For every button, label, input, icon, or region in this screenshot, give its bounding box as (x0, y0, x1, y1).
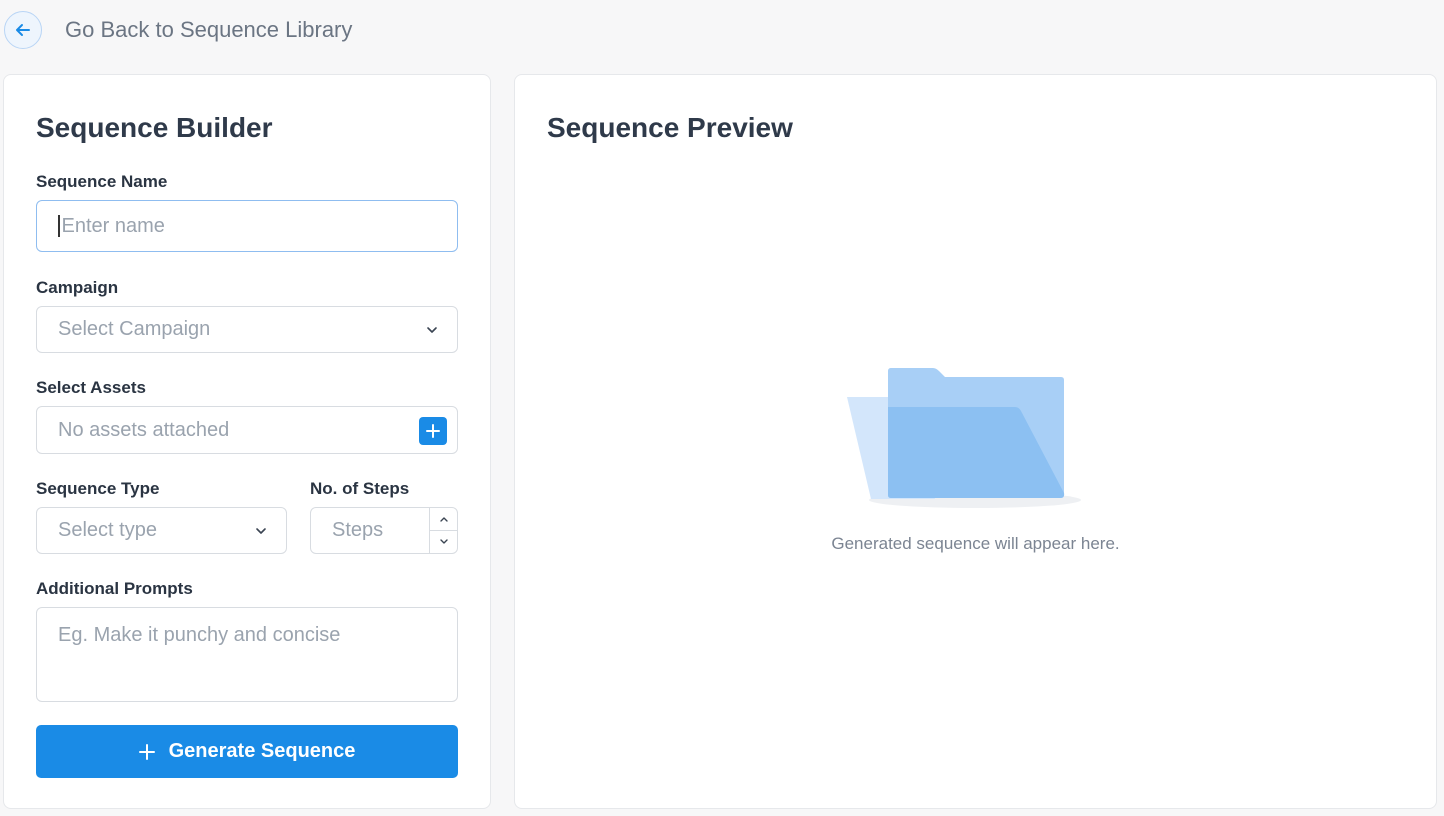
empty-state-message: Generated sequence will appear here. (831, 534, 1120, 553)
chevron-up-icon (439, 517, 448, 522)
chevron-down-icon (256, 527, 266, 534)
prompts-placeholder: Eg. Make it punchy and concise (58, 624, 341, 646)
plus-icon (426, 424, 440, 438)
steps-input[interactable]: Steps (310, 507, 458, 554)
steps-stepper (429, 508, 457, 553)
assets-label: Select Assets (36, 378, 146, 397)
assets-field: No assets attached (36, 406, 458, 454)
assets-placeholder: No assets attached (58, 418, 230, 441)
sequence-name-label: Sequence Name (36, 172, 168, 191)
add-asset-button[interactable] (419, 417, 447, 445)
sequence-name-input[interactable]: Enter name (36, 200, 458, 252)
preview-title: Sequence Preview (547, 112, 793, 143)
campaign-label: Campaign (36, 278, 119, 297)
prompts-label: Additional Prompts (36, 579, 193, 598)
builder-title: Sequence Builder (36, 112, 273, 143)
sequence-type-label: Sequence Type (36, 479, 160, 498)
generate-label: Generate Sequence (168, 740, 356, 762)
chevron-down-icon (439, 539, 448, 544)
sequence-type-placeholder: Select type (58, 519, 157, 541)
plus-icon (138, 743, 155, 760)
steps-label: No. of Steps (310, 479, 410, 498)
back-button[interactable] (4, 11, 42, 49)
sequence-builder-panel: Sequence Builder Sequence Name Enter nam… (3, 74, 491, 809)
sequence-type-select[interactable]: Select type (36, 507, 287, 554)
steps-placeholder: Steps (332, 519, 384, 541)
step-up-button[interactable] (430, 508, 457, 531)
step-down-button[interactable] (430, 531, 457, 553)
top-bar: Go Back to Sequence Library (0, 0, 1444, 62)
prompts-textarea[interactable]: Eg. Make it punchy and concise (36, 607, 458, 702)
back-link[interactable]: Go Back to Sequence Library (65, 17, 352, 43)
sequence-name-placeholder: Enter name (61, 214, 165, 237)
chevron-down-icon (427, 326, 437, 333)
generate-sequence-button[interactable]: Generate Sequence (36, 725, 458, 778)
arrow-left-icon (16, 24, 30, 36)
sequence-preview-panel: Sequence Preview Generated sequence will… (514, 74, 1437, 809)
folder-icon (847, 368, 1081, 508)
campaign-select[interactable]: Select Campaign (36, 306, 458, 353)
text-caret (58, 215, 60, 237)
campaign-placeholder: Select Campaign (58, 318, 211, 340)
